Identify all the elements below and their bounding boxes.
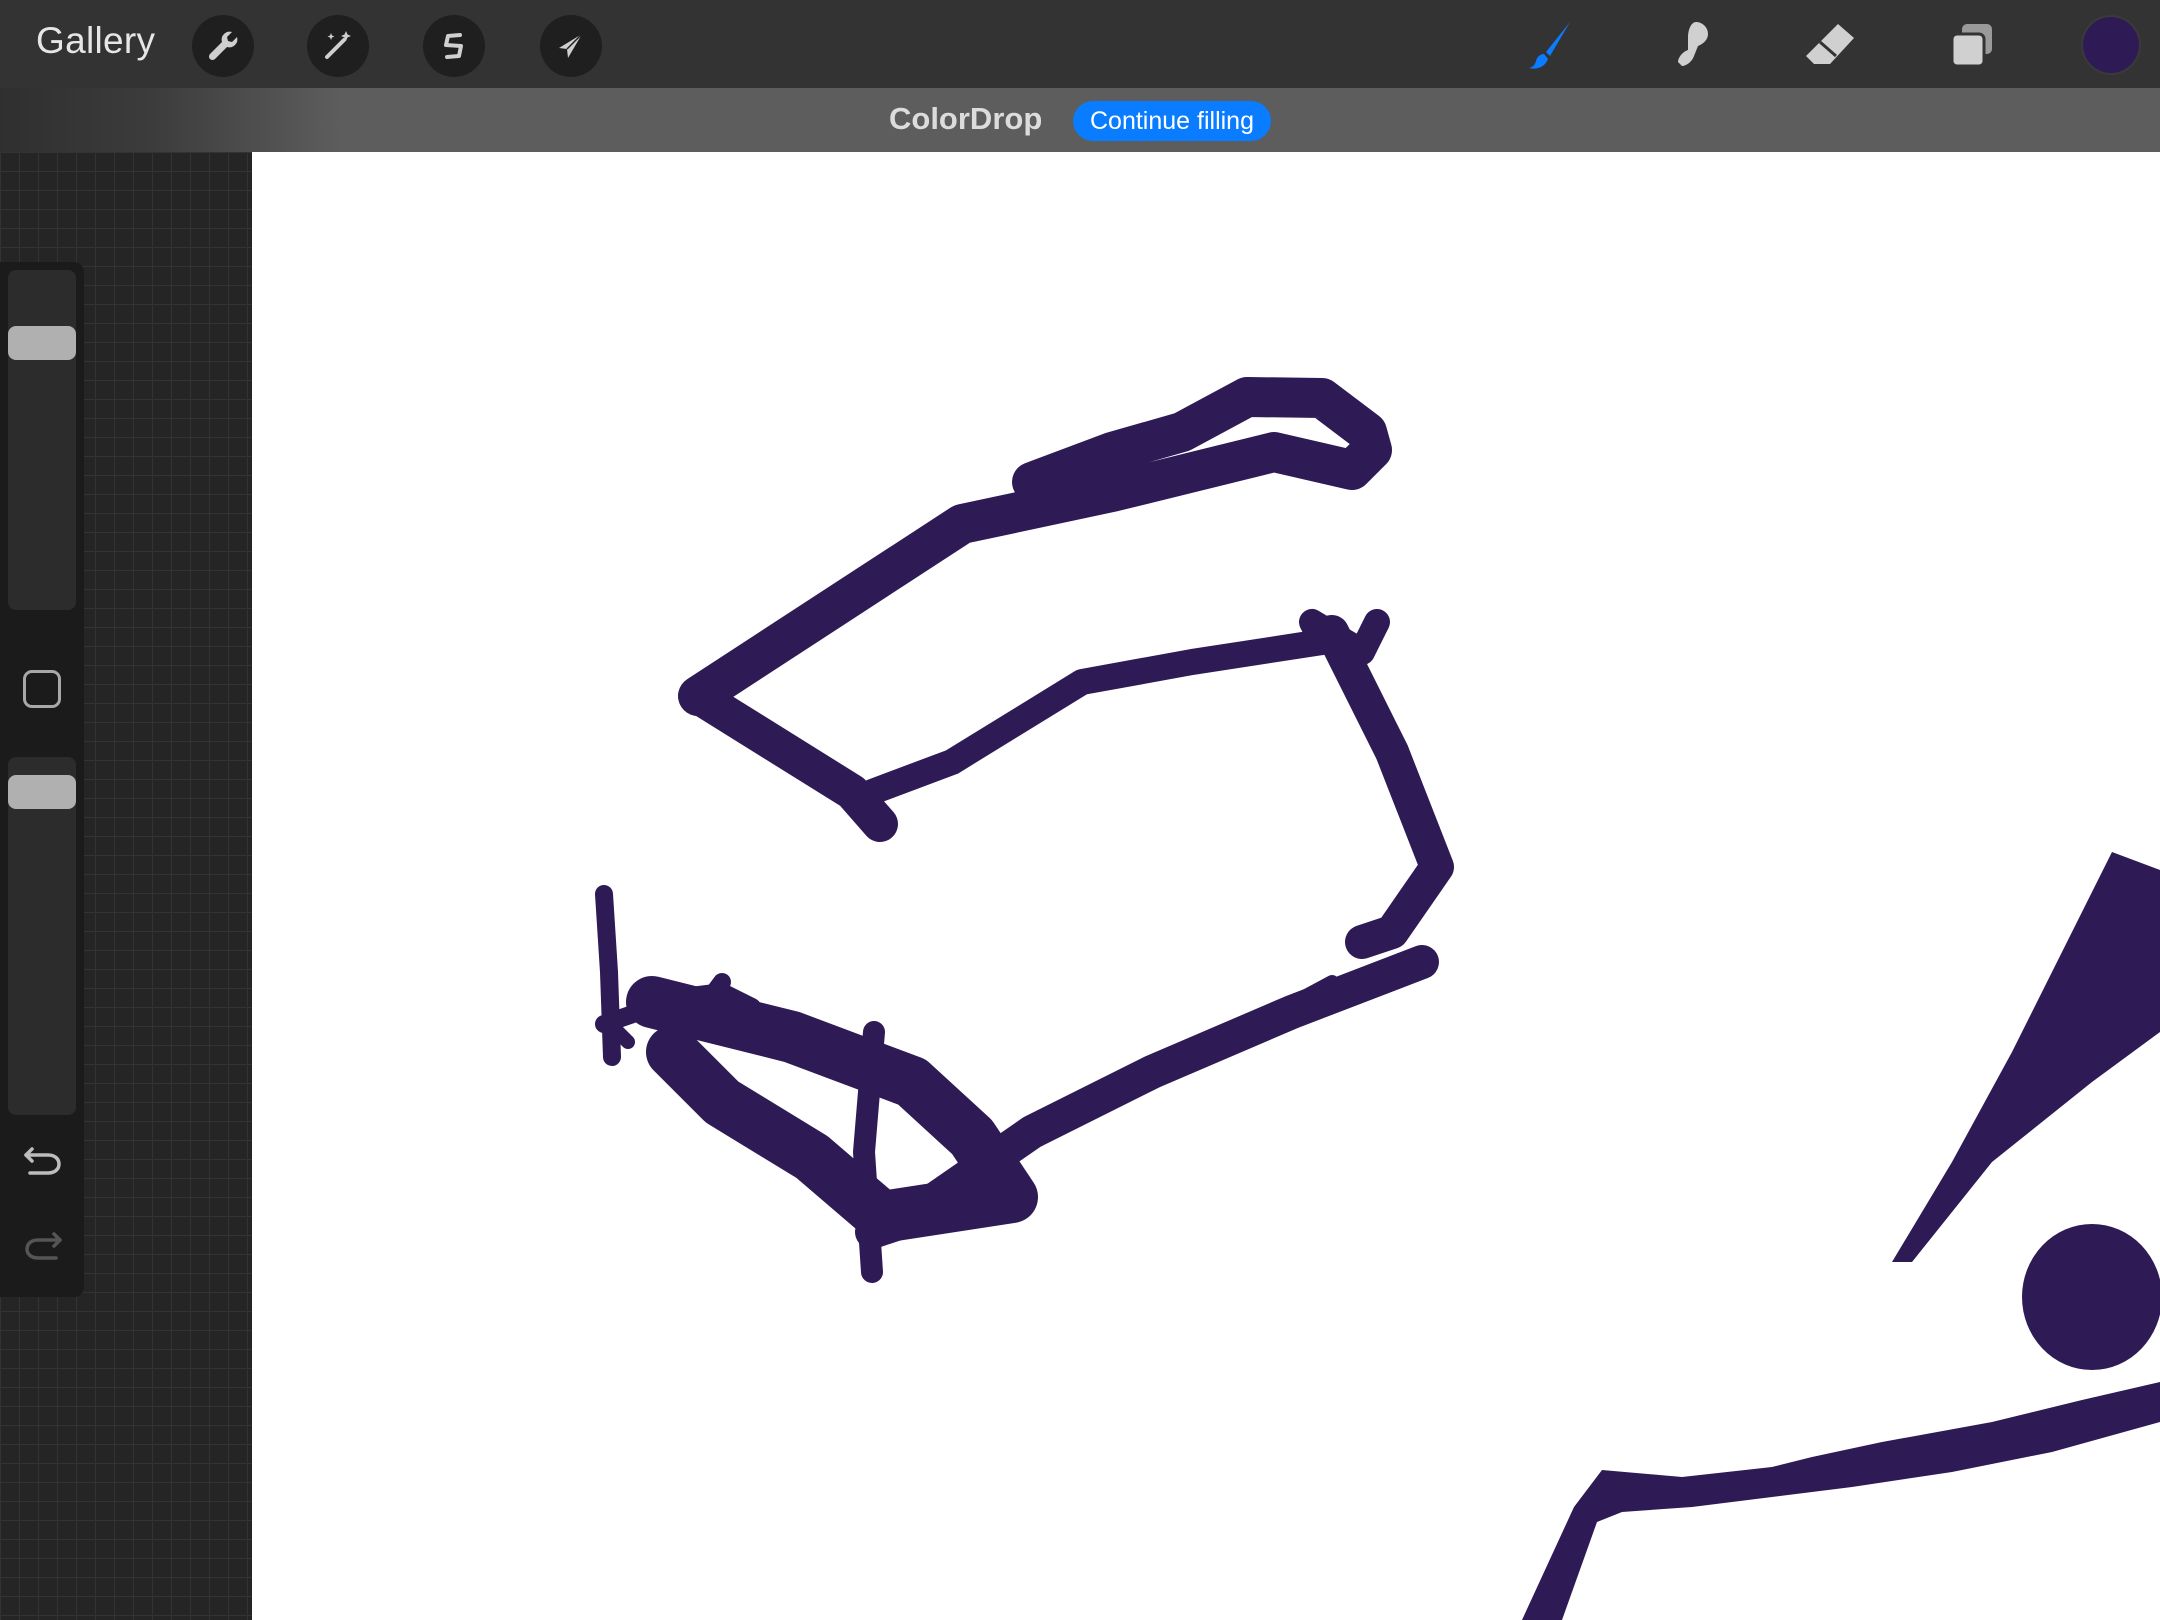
opacity-slider[interactable] bbox=[8, 757, 76, 1115]
actions-button[interactable] bbox=[192, 15, 254, 77]
modify-button[interactable] bbox=[23, 670, 61, 708]
sketch-strokes bbox=[595, 377, 2160, 1620]
transform-button[interactable] bbox=[540, 15, 602, 77]
left-sidebar bbox=[0, 262, 84, 1297]
undo-icon[interactable] bbox=[20, 1137, 66, 1183]
top-toolbar: Gallery bbox=[0, 0, 2160, 88]
continue-filling-button[interactable]: Continue filling bbox=[1073, 101, 1271, 141]
color-picker-button[interactable] bbox=[2083, 17, 2139, 73]
smudge-tool-button[interactable] bbox=[1658, 14, 1722, 78]
paint-tool-button[interactable] bbox=[1520, 14, 1584, 78]
banner-title: ColorDrop bbox=[889, 101, 1043, 136]
arrow-cursor-icon bbox=[559, 33, 583, 58]
brush-size-thumb[interactable] bbox=[8, 326, 76, 360]
smudge-icon bbox=[1678, 22, 1708, 66]
selection-button[interactable] bbox=[423, 15, 485, 77]
magic-wand-icon bbox=[325, 31, 351, 59]
wrench-icon bbox=[208, 31, 238, 61]
gallery-button[interactable]: Gallery bbox=[36, 20, 155, 62]
brush-icon bbox=[1529, 22, 1570, 69]
layers-button[interactable] bbox=[1940, 14, 2004, 78]
eraser-tool-button[interactable] bbox=[1798, 14, 1862, 78]
layers-icon bbox=[1950, 24, 1992, 68]
eraser-icon bbox=[1806, 24, 1854, 64]
brush-size-slider[interactable] bbox=[8, 270, 76, 610]
adjustments-button[interactable] bbox=[307, 15, 369, 77]
opacity-thumb[interactable] bbox=[8, 775, 76, 809]
redo-icon[interactable] bbox=[20, 1222, 66, 1268]
banner-fade bbox=[0, 88, 340, 152]
drawing-canvas[interactable] bbox=[252, 152, 2160, 1620]
selection-s-icon bbox=[444, 33, 463, 59]
